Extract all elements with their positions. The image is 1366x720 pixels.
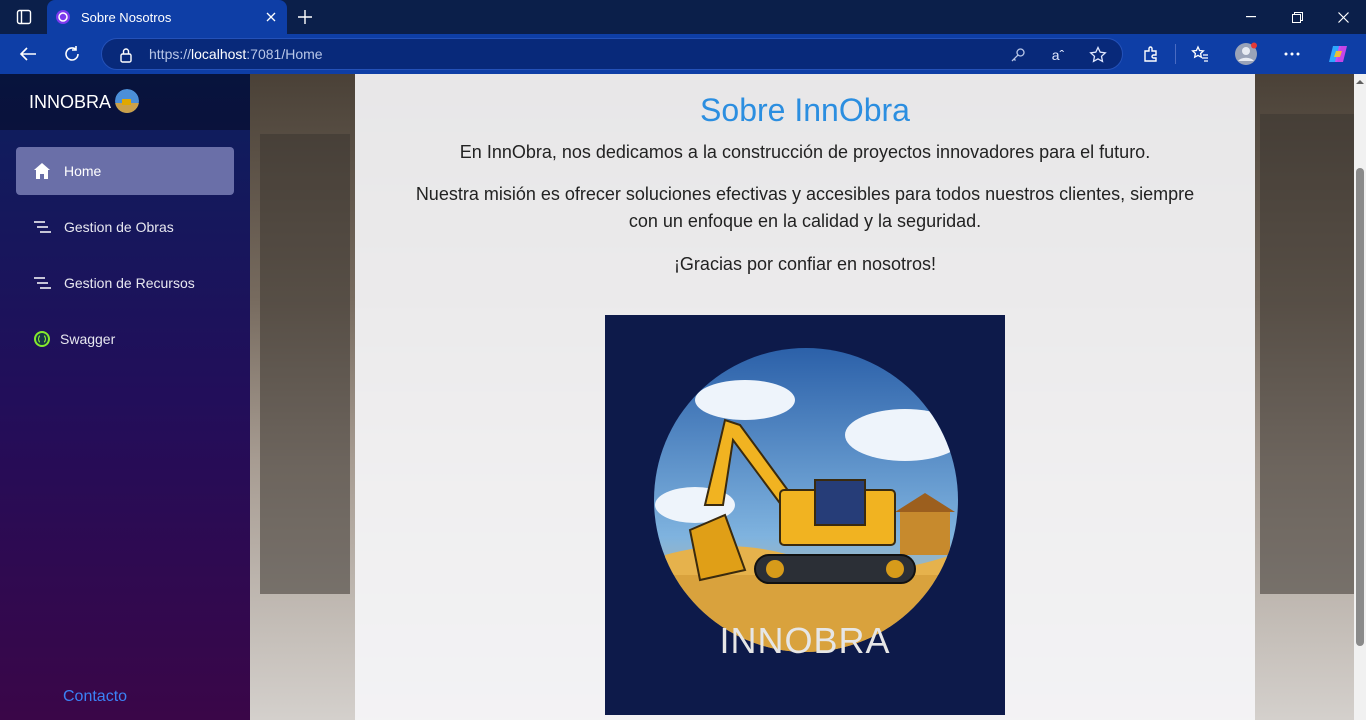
toolbar-separator bbox=[1175, 44, 1176, 64]
sidebar: INNOBRA Home Gestion de Obras Gestion de… bbox=[0, 74, 250, 720]
page-scrollbar[interactable] bbox=[1354, 74, 1366, 720]
address-bar[interactable]: https://localhost:7081/Home aˆ bbox=[101, 38, 1123, 70]
translate-icon[interactable]: aˆ bbox=[1048, 45, 1068, 65]
sidebar-item-label: Gestion de Recursos bbox=[64, 275, 195, 291]
background-building bbox=[260, 134, 350, 594]
list-icon bbox=[32, 217, 52, 237]
sidebar-item-label: Gestion de Obras bbox=[64, 219, 174, 235]
browser-tab[interactable]: Sobre Nosotros bbox=[47, 0, 287, 34]
minimize-icon[interactable] bbox=[1228, 0, 1274, 34]
profile-avatar-icon[interactable] bbox=[1234, 42, 1258, 66]
tab-close-icon[interactable] bbox=[261, 7, 281, 27]
favorites-icon[interactable] bbox=[1188, 42, 1212, 66]
page-viewport: INNOBRA Home Gestion de Obras Gestion de… bbox=[0, 74, 1354, 720]
brand-name[interactable]: INNOBRA bbox=[29, 92, 111, 113]
lock-icon[interactable] bbox=[116, 45, 136, 65]
close-window-icon[interactable] bbox=[1320, 0, 1366, 34]
extensions-icon[interactable] bbox=[1139, 42, 1163, 66]
restore-icon[interactable] bbox=[1274, 0, 1320, 34]
innobra-logo-image: INNOBRA bbox=[605, 315, 1005, 715]
scrollbar-thumb[interactable] bbox=[1356, 168, 1364, 646]
sidebar-item-label: Home bbox=[64, 163, 102, 179]
mission-paragraph: Nuestra misión es ofrecer soluciones efe… bbox=[415, 184, 1195, 231]
home-icon bbox=[32, 161, 52, 181]
sidebar-item-home[interactable]: Home bbox=[16, 147, 234, 195]
browser-toolbar: https://localhost:7081/Home aˆ bbox=[0, 34, 1366, 74]
about-section: Sobre InnObra En InnObra, nos dedicamos … bbox=[355, 74, 1255, 720]
more-options-icon[interactable] bbox=[1280, 42, 1304, 66]
back-arrow-icon[interactable] bbox=[16, 42, 40, 66]
sidebar-brand[interactable]: INNOBRA bbox=[0, 74, 250, 130]
scroll-up-icon[interactable] bbox=[1356, 78, 1364, 86]
favorite-star-icon[interactable] bbox=[1088, 45, 1108, 65]
background-building bbox=[1260, 114, 1354, 594]
tab-actions-icon[interactable] bbox=[10, 7, 38, 27]
sidebar-item-label: Swagger bbox=[60, 331, 116, 347]
list-icon bbox=[32, 273, 52, 293]
key-icon[interactable] bbox=[1008, 45, 1028, 65]
tab-title: Sobre Nosotros bbox=[81, 9, 172, 25]
refresh-icon[interactable] bbox=[60, 42, 84, 66]
sidebar-item-gestion-obras[interactable]: Gestion de Obras bbox=[16, 203, 234, 251]
brand-logo-icon bbox=[115, 89, 139, 113]
contacto-link[interactable]: Contacto bbox=[63, 688, 127, 706]
thanks-paragraph: ¡Gracias por confiar en nosotros! bbox=[673, 254, 937, 274]
swagger-icon bbox=[32, 329, 52, 349]
url-text: https://localhost:7081/Home bbox=[149, 46, 323, 62]
sidebar-item-swagger[interactable]: Swagger bbox=[16, 315, 234, 363]
copilot-icon[interactable] bbox=[1326, 42, 1350, 66]
new-tab-icon[interactable] bbox=[292, 5, 318, 29]
site-favicon-icon bbox=[56, 10, 70, 24]
intro-paragraph: En InnObra, nos dedicamos a la construcc… bbox=[459, 142, 1151, 162]
sidebar-item-gestion-recursos[interactable]: Gestion de Recursos bbox=[16, 259, 234, 307]
page-title: Sobre InnObra bbox=[700, 92, 910, 128]
logo-text: INNOBRA bbox=[719, 620, 890, 661]
browser-tabbar: Sobre Nosotros bbox=[0, 0, 1366, 34]
